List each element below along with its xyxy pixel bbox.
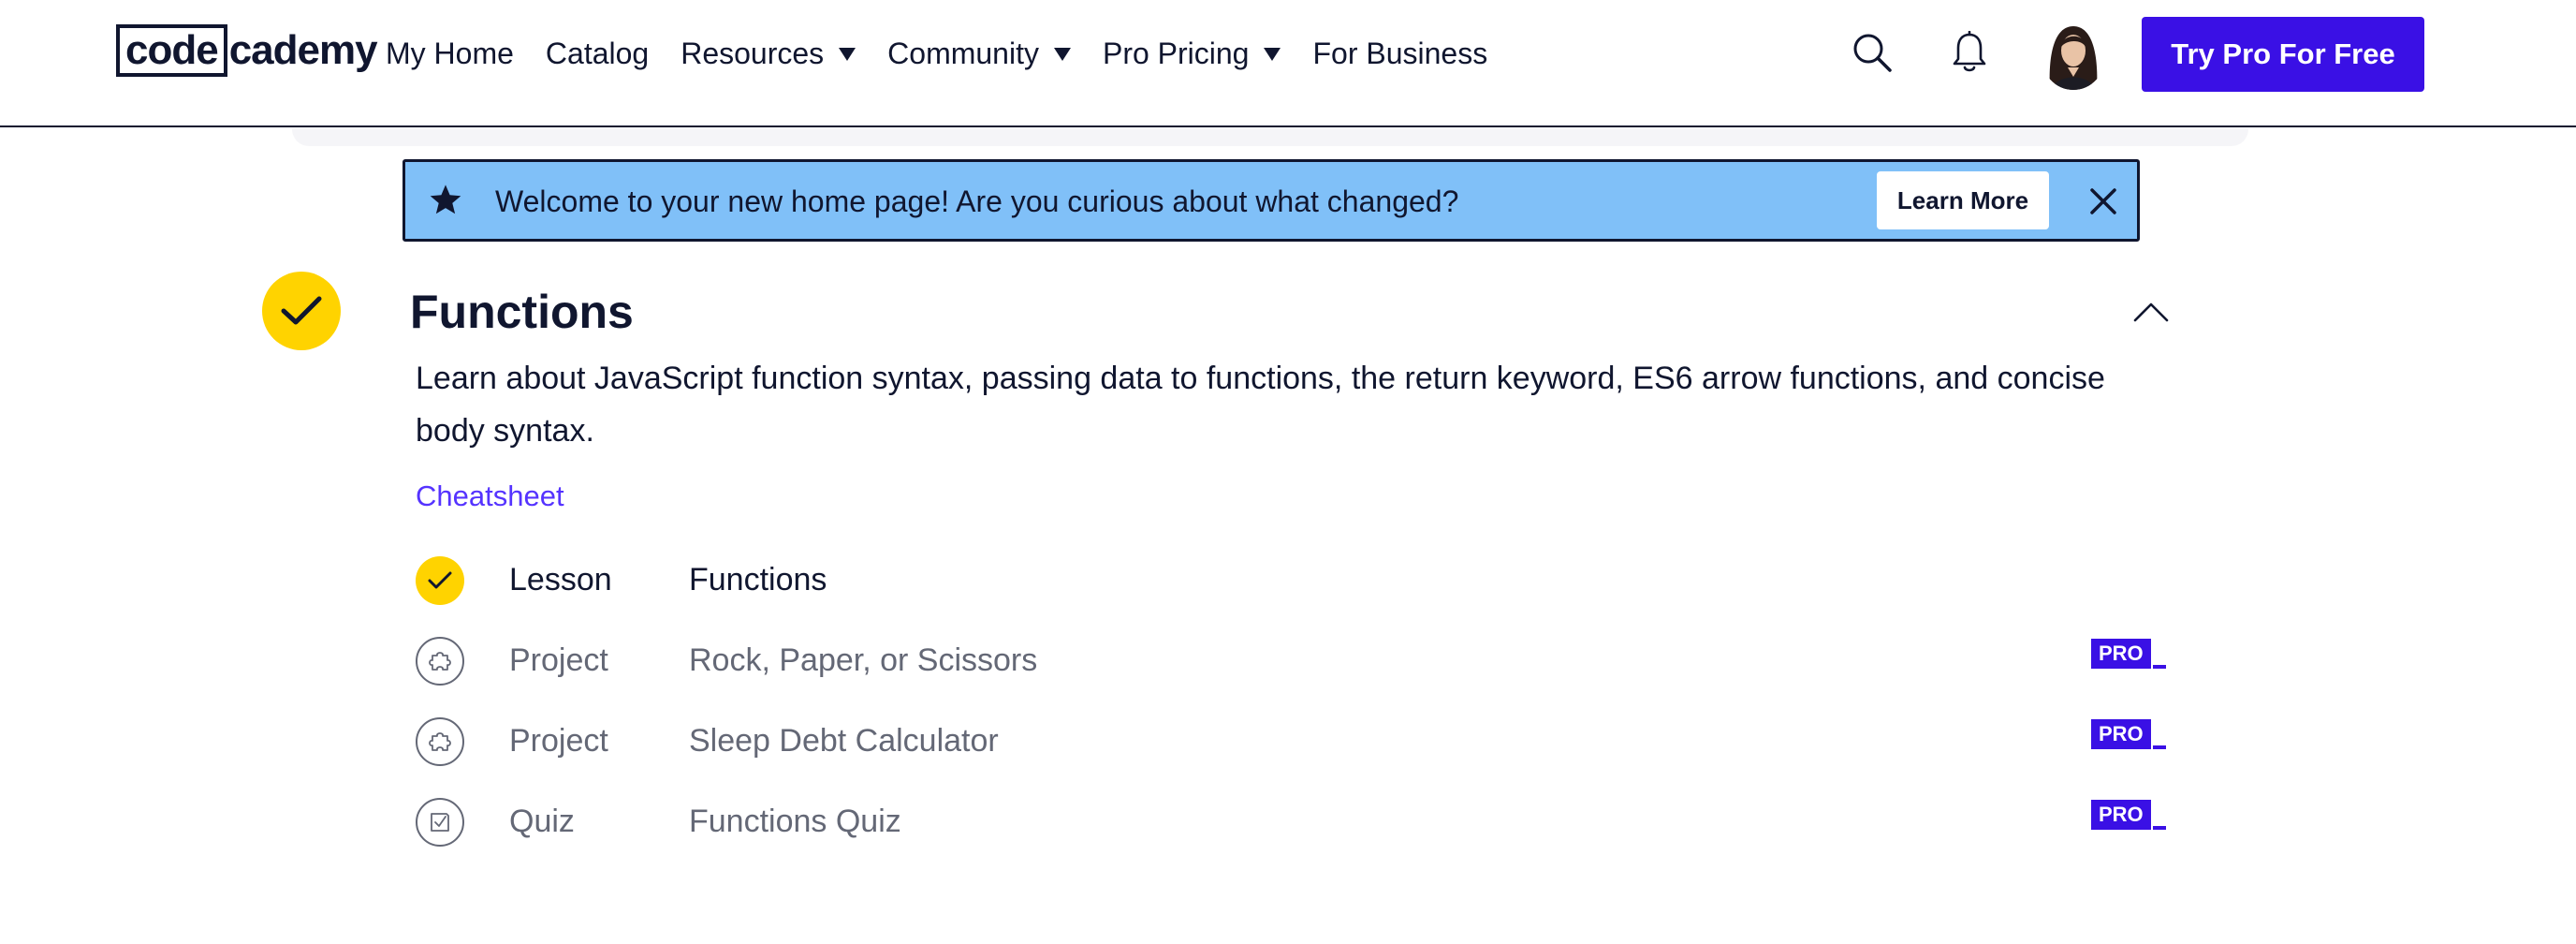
welcome-banner: Welcome to your new home page! Are you c… [402, 159, 2140, 242]
nav-item-label: Catalog [545, 36, 650, 70]
puzzle-icon [416, 637, 464, 686]
pro-badge-underscore [2152, 826, 2166, 830]
pro-badge-label: PRO [2091, 800, 2151, 830]
codecademy-logo[interactable]: code cademy [116, 24, 378, 77]
nav-item-pro-pricing[interactable]: Pro Pricing [1103, 37, 1281, 71]
check-icon [262, 272, 341, 350]
pro-badge: PRO [2091, 717, 2166, 749]
nav-item-my-home[interactable]: My Home [386, 37, 514, 71]
site-header: code cademy My Home Catalog Resources Com… [0, 0, 2576, 127]
item-name-label: Functions [689, 562, 827, 597]
nav-item-catalog[interactable]: Catalog [546, 37, 649, 71]
module-item-quiz-functions[interactable]: Quiz Functions Quiz PRO [416, 792, 2175, 848]
item-type-label: Project [509, 723, 608, 759]
nav-item-label: Community [887, 36, 1039, 70]
nav-item-label: For Business [1312, 36, 1488, 70]
logo-rest-text: cademy [228, 27, 378, 73]
module-description: Learn about JavaScript function syntax, … [416, 361, 2105, 449]
quiz-icon [416, 798, 464, 847]
chevron-up-icon[interactable] [2132, 298, 2170, 326]
cheatsheet-link[interactable]: Cheatsheet [416, 476, 564, 517]
puzzle-icon [416, 717, 464, 766]
star-icon [428, 183, 463, 218]
caret-down-icon [839, 48, 856, 61]
item-type-label: Project [509, 642, 608, 678]
logo-boxed-text: code [116, 24, 227, 77]
search-icon[interactable] [1848, 28, 1896, 77]
item-name-label: Functions Quiz [689, 804, 901, 839]
nav-item-label: Resources [681, 36, 825, 70]
item-type-label: Quiz [509, 804, 575, 839]
nav-item-community[interactable]: Community [887, 37, 1071, 71]
module-title: Functions [410, 286, 634, 338]
pro-badge-label: PRO [2091, 639, 2151, 669]
pro-badge-underscore [2152, 665, 2166, 669]
pro-badge: PRO [2091, 637, 2166, 669]
pro-badge: PRO [2091, 798, 2166, 830]
nav-item-for-business[interactable]: For Business [1312, 37, 1487, 71]
item-type-label: Lesson [509, 562, 612, 597]
pro-badge-label: PRO [2091, 719, 2151, 749]
nav-item-label: Pro Pricing [1102, 36, 1250, 70]
caret-down-icon [1264, 48, 1281, 61]
item-name-label: Sleep Debt Calculator [689, 723, 999, 759]
close-icon[interactable] [2085, 183, 2122, 220]
main-nav: My Home Catalog Resources Community Pro … [386, 28, 1519, 79]
pro-badge-underscore [2152, 745, 2166, 749]
nav-item-label: My Home [386, 36, 514, 70]
caret-down-icon [1053, 48, 1071, 61]
check-icon [416, 556, 464, 605]
module-item-project-rock-paper-scissors[interactable]: Project Rock, Paper, or Scissors PRO [416, 631, 2175, 687]
bell-icon[interactable] [1945, 28, 1994, 77]
learn-more-button[interactable]: Learn More [1877, 171, 2049, 229]
item-name-label: Rock, Paper, or Scissors [689, 642, 1038, 678]
try-pro-button[interactable]: Try Pro For Free [2142, 17, 2424, 92]
module-item-project-sleep-debt-calculator[interactable]: Project Sleep Debt Calculator PRO [416, 712, 2175, 768]
nav-item-resources[interactable]: Resources [681, 37, 856, 71]
header-shadow-divider [292, 129, 2248, 146]
module-item-lesson-functions[interactable]: Lesson Functions [416, 551, 2175, 607]
user-avatar[interactable] [2041, 19, 2106, 90]
banner-message: Welcome to your new home page! Are you c… [495, 184, 1459, 218]
